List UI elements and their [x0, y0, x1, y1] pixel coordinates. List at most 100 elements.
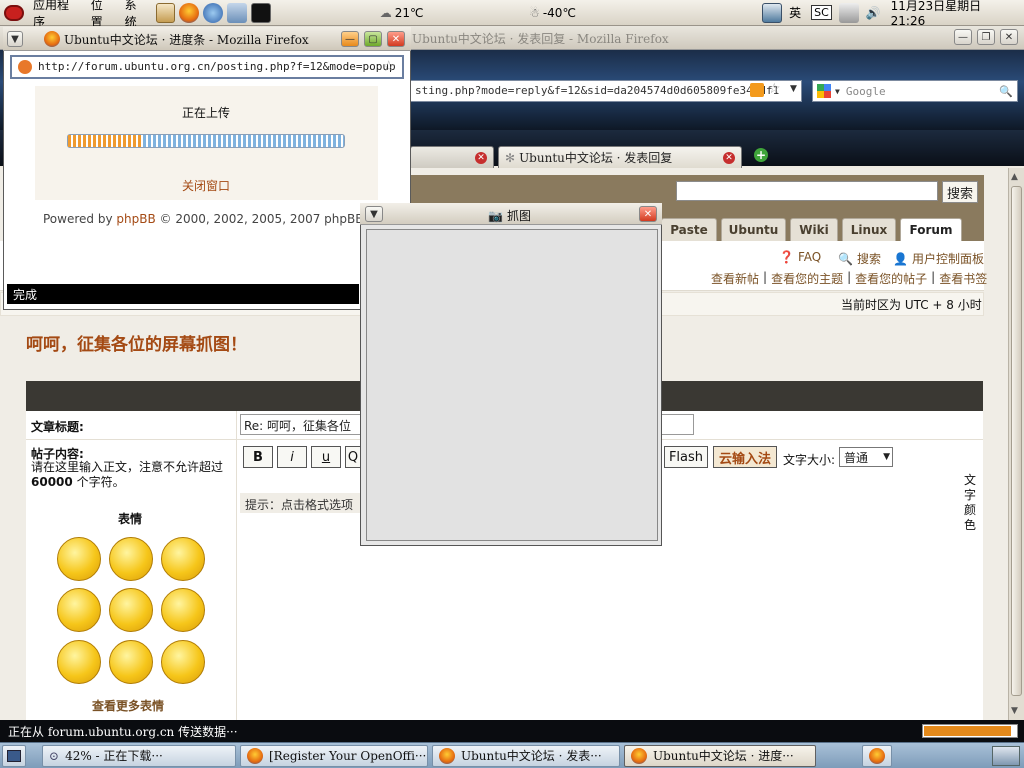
topic-title[interactable]: 呵呵，征集各位的屏幕抓图！	[26, 330, 247, 355]
vertical-scrollbar[interactable]: ▲ ▼	[1008, 168, 1024, 720]
maximize-button[interactable]: ❐	[977, 29, 995, 45]
url-dropdown-icon[interactable]: ▼	[790, 84, 797, 94]
search-link[interactable]: 🔍 搜索	[838, 250, 881, 267]
close-window-link[interactable]: 关闭窗口	[182, 177, 230, 194]
smiley-smile[interactable]	[57, 537, 101, 581]
smiley-thumbs-up[interactable]	[109, 640, 153, 684]
tab-paste[interactable]: Paste	[661, 218, 717, 241]
smiley-tongue[interactable]	[109, 537, 153, 581]
smiley-big-grin[interactable]	[57, 640, 101, 684]
uploading-text: 正在上传	[182, 106, 231, 120]
tab-forum[interactable]: Forum	[900, 218, 962, 241]
italic-button[interactable]: i	[277, 446, 307, 468]
tab-wiki[interactable]: Wiki	[790, 218, 838, 241]
forum-search-input[interactable]	[676, 181, 938, 201]
bookmark-star-icon[interactable]: ☆	[768, 81, 781, 97]
printer-icon[interactable]	[838, 2, 859, 23]
taskbar-item-reply[interactable]: Ubuntu中文论坛 · 发表···	[432, 744, 620, 767]
scroll-down-icon[interactable]: ▼	[1011, 706, 1018, 716]
view-bookmarks-link[interactable]: 查看书签	[939, 270, 987, 287]
font-size-select[interactable]: 普通 ▼	[839, 447, 893, 467]
popup-close-button[interactable]: ✕	[387, 31, 405, 47]
screenshot-launcher-icon[interactable]	[227, 2, 248, 23]
popup-title: Ubuntu中文论坛 · 进度条 - Mozilla Firefox	[64, 33, 309, 47]
phpbb-link[interactable]: phpBB	[116, 212, 155, 226]
search-engine-dropdown-icon[interactable]: ▼	[835, 87, 840, 96]
search-engine-placeholder: Google	[845, 84, 886, 98]
download-icon: ⊙	[49, 748, 60, 763]
smiley-laugh[interactable]	[57, 588, 101, 632]
taskbar-firefox[interactable]	[862, 744, 892, 767]
tab-1[interactable]: ✕	[410, 146, 494, 168]
scroll-up-icon[interactable]: ▲	[1011, 172, 1018, 182]
smilies-label: 表情	[118, 512, 143, 526]
applications-menu[interactable]: 应用程序	[28, 0, 86, 29]
smiley-dizzy[interactable]	[161, 640, 205, 684]
cloud-ime-button[interactable]: 云输入法	[713, 446, 777, 468]
smiley-grin[interactable]	[161, 588, 205, 632]
underline-button[interactable]: u	[311, 446, 341, 468]
flash-button[interactable]: Flash	[664, 446, 708, 468]
popup-menu-icon[interactable]: ▼	[7, 31, 23, 47]
snow-cloud-icon: ☃	[529, 5, 540, 20]
more-smilies-link[interactable]: 查看更多表情	[92, 697, 164, 714]
smiley-shout[interactable]	[109, 588, 153, 632]
ime-indicator[interactable]: 英	[784, 0, 806, 26]
minimize-button[interactable]: —	[954, 29, 972, 45]
smiley-blush[interactable]	[161, 537, 205, 581]
network-icon[interactable]	[762, 2, 783, 23]
tab-2[interactable]: ✻ Ubuntu中文论坛 · 发表回复 ✕	[498, 146, 742, 168]
view-your-posts-link[interactable]: 查看您的帖子	[855, 270, 927, 287]
bookmark-star-icon[interactable]: ☆	[382, 57, 395, 75]
system-menu[interactable]: 系统	[120, 0, 154, 29]
ubuntu-site-icon	[18, 60, 32, 74]
text-color-label: 文字颜色	[964, 473, 977, 532]
scroll-thumb[interactable]	[1011, 186, 1022, 696]
search-engine-box[interactable]: ▼ Google 🔍	[812, 80, 1018, 102]
tab-linux[interactable]: Linux	[842, 218, 896, 241]
forum-search-button[interactable]: 搜索	[942, 181, 978, 203]
firefox-launcher-icon[interactable]	[179, 2, 200, 23]
sc-indicator[interactable]: SC	[806, 0, 837, 26]
new-tab-icon[interactable]: +	[754, 148, 768, 162]
show-desktop-button[interactable]	[2, 744, 26, 767]
magnifier-icon[interactable]: 🔍	[999, 85, 1013, 98]
weather-widget-1[interactable]: ☁ 21℃	[375, 0, 429, 26]
faq-link[interactable]: ❓ FAQ	[779, 250, 821, 264]
tab-ubuntu[interactable]: Ubuntu	[721, 218, 786, 241]
thunderbird-launcher-icon[interactable]	[203, 2, 224, 23]
places-menu[interactable]: 位置	[86, 0, 120, 29]
cloud-icon: ☁	[379, 5, 392, 20]
home-icon[interactable]	[155, 2, 176, 23]
bold-button[interactable]: B	[243, 446, 273, 468]
workspace-switcher[interactable]	[992, 745, 1020, 766]
dialog-menu-icon[interactable]: ▼	[365, 206, 383, 222]
rss-icon[interactable]	[750, 83, 764, 97]
tab-close-icon[interactable]: ✕	[723, 151, 735, 164]
ubuntu-menu-icon[interactable]	[4, 4, 24, 21]
firefox-icon	[869, 747, 885, 764]
tab-close-icon[interactable]: ✕	[475, 151, 487, 164]
dialog-title: 📷 抓图	[488, 208, 531, 224]
ucp-link[interactable]: 👤 用户控制面板	[893, 250, 984, 267]
clock[interactable]: 11月23日星期日 21:26	[886, 0, 1024, 28]
status-text: 正在从 forum.ubuntu.org.cn 传送数据···	[8, 725, 238, 739]
taskbar-item-progress[interactable]: Ubuntu中文论坛 · 进度···	[624, 744, 816, 767]
taskbar-item-download[interactable]: ⊙ 42% - 正在下载···	[42, 744, 236, 767]
terminal-launcher-icon[interactable]	[251, 2, 272, 23]
weather-widget-2[interactable]: ☃ -40℃	[524, 0, 581, 26]
close-button[interactable]: ✕	[1000, 29, 1018, 45]
view-your-topics-link[interactable]: 查看您的主题	[771, 270, 843, 287]
dialog-close-button[interactable]: ✕	[639, 206, 657, 222]
popup-maximize-button[interactable]: ▢	[364, 31, 382, 47]
view-new-posts-link[interactable]: 查看新帖	[711, 270, 759, 287]
popup-url-field[interactable]: http://forum.ubuntu.org.cn/posting.php?f…	[10, 55, 404, 79]
popup-minimize-button[interactable]: —	[341, 31, 359, 47]
volume-icon[interactable]: 🔊	[861, 0, 886, 26]
google-icon[interactable]	[817, 84, 831, 98]
format-hint: 提示：点击格式选项	[245, 498, 354, 512]
url-bar[interactable]: sting.php?mode=reply&f=12&sid=da204574d0…	[410, 80, 802, 102]
firefox-icon	[439, 747, 455, 764]
quote-button[interactable]: Q	[345, 446, 361, 468]
taskbar-item-openoffice[interactable]: [Register Your OpenOffi···	[240, 744, 428, 767]
